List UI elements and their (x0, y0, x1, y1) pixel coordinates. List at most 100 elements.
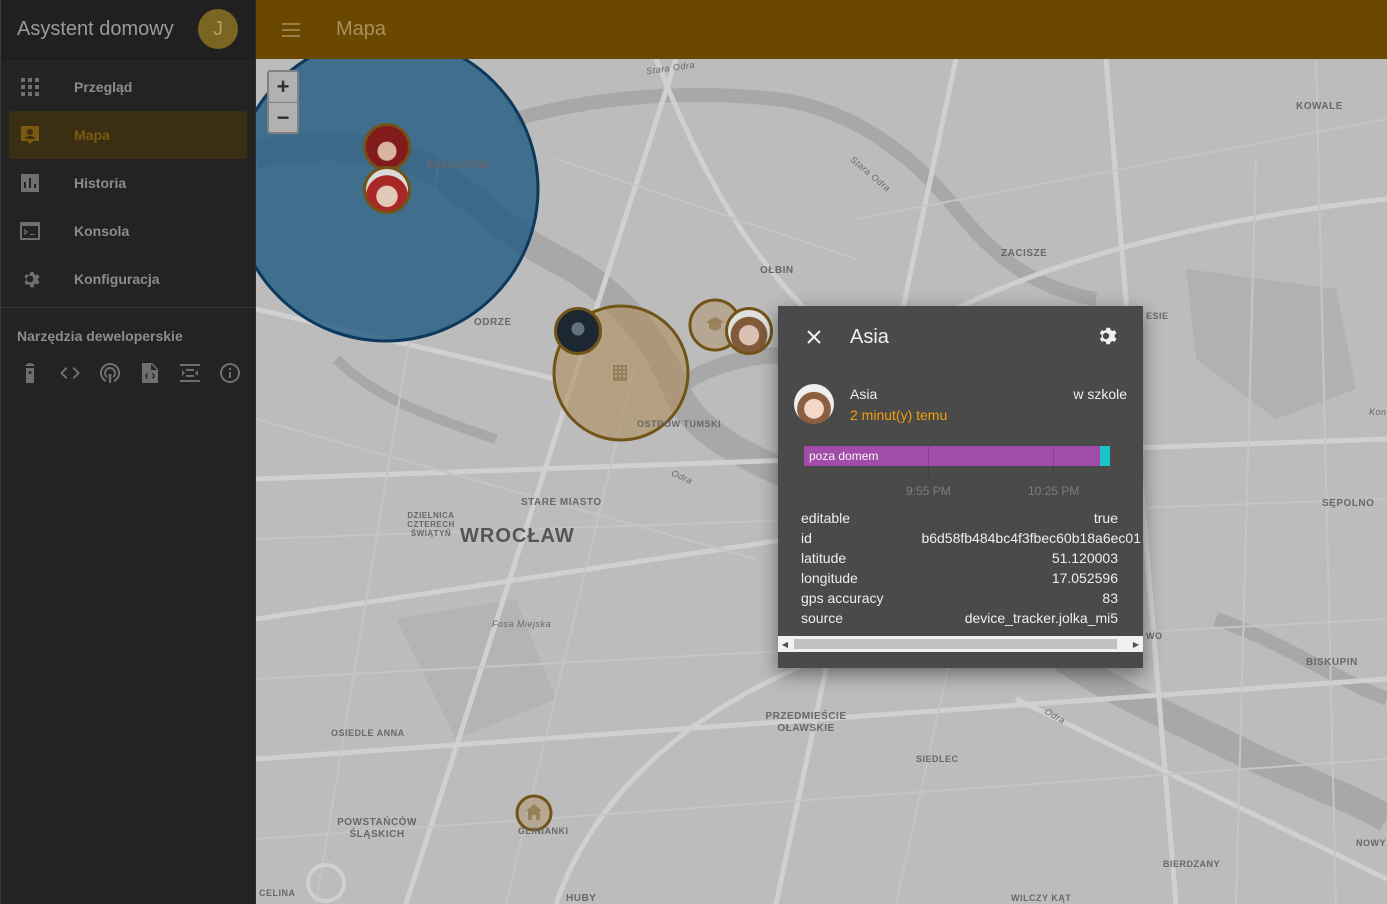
map-label: OŁBIN (760, 265, 794, 276)
sidebar: Asystent domowy J Przegląd Mapa Historia… (0, 0, 256, 904)
settings-icon[interactable] (1095, 325, 1119, 349)
app-title: Asystent domowy (17, 17, 174, 40)
map-label: SIEDLEC (916, 754, 959, 764)
dialog-title: Asia (850, 325, 889, 348)
developer-tools-title: Narzędzia deweloperskie (17, 328, 183, 344)
sidebar-item-label: Konsola (74, 223, 130, 239)
attribute-key: editable (801, 510, 851, 526)
home-icon (526, 804, 542, 820)
map-label: ODRZE (474, 317, 512, 328)
sidebar-item-label: Konfiguracja (74, 271, 160, 287)
timeline-bar-zone[interactable] (1100, 446, 1110, 466)
entity-state: w szkole (1073, 386, 1127, 402)
grid-icon (19, 76, 41, 98)
attribute-value: 51.120003 (1051, 550, 1118, 566)
page-title: Mapa (336, 18, 387, 40)
sidebar-item-label: Przegląd (74, 79, 133, 95)
toolbar: Mapa (256, 0, 1387, 59)
attribute-value: device_tracker.jolka_mi5 (964, 610, 1118, 626)
map-label: SĘPOLNO (1322, 498, 1375, 509)
map-label: WO (1146, 631, 1163, 641)
map-label: BIERDZANY (1163, 859, 1221, 869)
history-timeline[interactable]: poza domem 9:55 PM 10:25 PM (804, 444, 1110, 498)
attribute-row: gps accuracy 83 (801, 588, 1143, 608)
code-icon[interactable] (59, 362, 81, 384)
chart-bar-icon (19, 172, 41, 194)
sidebar-header: Asystent domowy J (1, 0, 255, 59)
info-icon[interactable] (219, 362, 241, 384)
attributes-table: editable true id b6d58fb484bc4f3fbec60b1… (801, 508, 1143, 628)
attribute-key: gps accuracy (801, 590, 884, 606)
sidebar-item-console[interactable]: Konsola (1, 207, 255, 255)
map-label: WROCŁAW (460, 525, 575, 547)
attribute-key: latitude (801, 550, 847, 566)
account-location-icon (19, 124, 41, 146)
map-label: ZACISZE (1001, 248, 1048, 259)
entity-info: Asia 2 minut(y) temu (850, 384, 1073, 423)
attribute-row: source device_tracker.jolka_mi5 (801, 608, 1143, 628)
sidebar-nav: Przegląd Mapa Historia Konsola Konfigura… (1, 59, 255, 303)
map-label: OSIEDLE ANNA (331, 728, 405, 738)
zoom-control: + − (267, 70, 299, 134)
scroll-right-icon[interactable]: ▶ (1129, 636, 1143, 652)
remote-icon[interactable] (19, 362, 41, 384)
person-marker[interactable] (554, 307, 602, 355)
sidebar-item-overview[interactable]: Przegląd (1, 63, 255, 111)
timeline-tick: 9:55 PM (906, 484, 951, 498)
sidebar-item-map[interactable]: Mapa (9, 111, 247, 159)
map-label: CELINA (259, 888, 296, 898)
zoom-in-button[interactable]: + (269, 72, 297, 102)
timeline-gridline (1053, 446, 1054, 476)
more-info-dialog: Asia Asia 2 minut(y) temu w szkole poza … (778, 306, 1143, 668)
attribute-row: longitude 17.052596 (801, 568, 1143, 588)
person-marker[interactable] (363, 166, 411, 214)
map-label: NOWY (1356, 838, 1386, 848)
person-marker[interactable] (363, 123, 411, 171)
map-label: DZIELNICA CZTERECH ŚWIĄTYŃ (407, 511, 455, 538)
timeline-gridline (928, 446, 929, 476)
attribute-value: b6d58fb484bc4f3fbec60b18a6ec01 (921, 530, 1141, 546)
entity-avatar (794, 384, 834, 424)
sidebar-item-configuration[interactable]: Konfiguracja (1, 255, 255, 303)
timeline-label: poza domem (809, 449, 879, 463)
developer-tools (1, 362, 255, 384)
attribute-row: editable true (801, 508, 1143, 528)
attribute-row: latitude 51.120003 (801, 548, 1143, 568)
last-changed: 2 minut(y) temu (850, 407, 948, 423)
map-label: KOWALE (1296, 101, 1343, 112)
horizontal-scrollbar[interactable]: ◀ ▶ (778, 636, 1143, 652)
map-label: OSTRÓW TUMSKI (637, 419, 721, 429)
dialog-header: Asia (778, 306, 1143, 368)
sidebar-item-label: Mapa (74, 127, 110, 143)
building-icon (613, 365, 627, 381)
app-root: Asystent domowy J Przegląd Mapa Historia… (0, 0, 1387, 904)
map-label: Fosa Miejska (492, 619, 552, 629)
attribute-value: true (1093, 510, 1118, 526)
entity-name: Asia (850, 386, 878, 402)
map-label: HUBY (566, 893, 597, 904)
map-label: POWSTAŃCÓW ŚLĄSKICH (337, 817, 417, 840)
scrollbar-thumb[interactable] (794, 639, 1117, 649)
zoom-out-button[interactable]: − (269, 102, 297, 132)
map-label: KLECZKÓW (427, 160, 489, 171)
user-avatar[interactable]: J (198, 9, 238, 49)
file-xml-icon[interactable] (139, 362, 161, 384)
sidebar-item-history[interactable]: Historia (1, 159, 255, 207)
timeline-bar-away[interactable]: poza domem (804, 446, 1110, 466)
map-label: PRZEDMIEŚCIE OŁAWSKIE (765, 711, 847, 734)
map-label: ESIE (1146, 311, 1169, 321)
attribute-key: source (801, 610, 844, 626)
map-label: GLINIANKI (518, 826, 569, 836)
scroll-left-icon[interactable]: ◀ (778, 636, 792, 652)
school-icon (706, 317, 724, 331)
console-icon (19, 220, 41, 242)
podcast-icon[interactable] (99, 362, 121, 384)
close-icon[interactable] (802, 325, 826, 349)
entity-row: Asia 2 minut(y) temu w szkole (778, 368, 1143, 428)
menu-icon[interactable] (282, 18, 306, 42)
attribute-value: 83 (1102, 590, 1118, 606)
map-label: WILCZY KĄT (1011, 893, 1072, 903)
mqtt-icon[interactable] (179, 362, 201, 384)
person-marker[interactable] (725, 307, 773, 355)
map-label: Kon (1369, 407, 1387, 417)
